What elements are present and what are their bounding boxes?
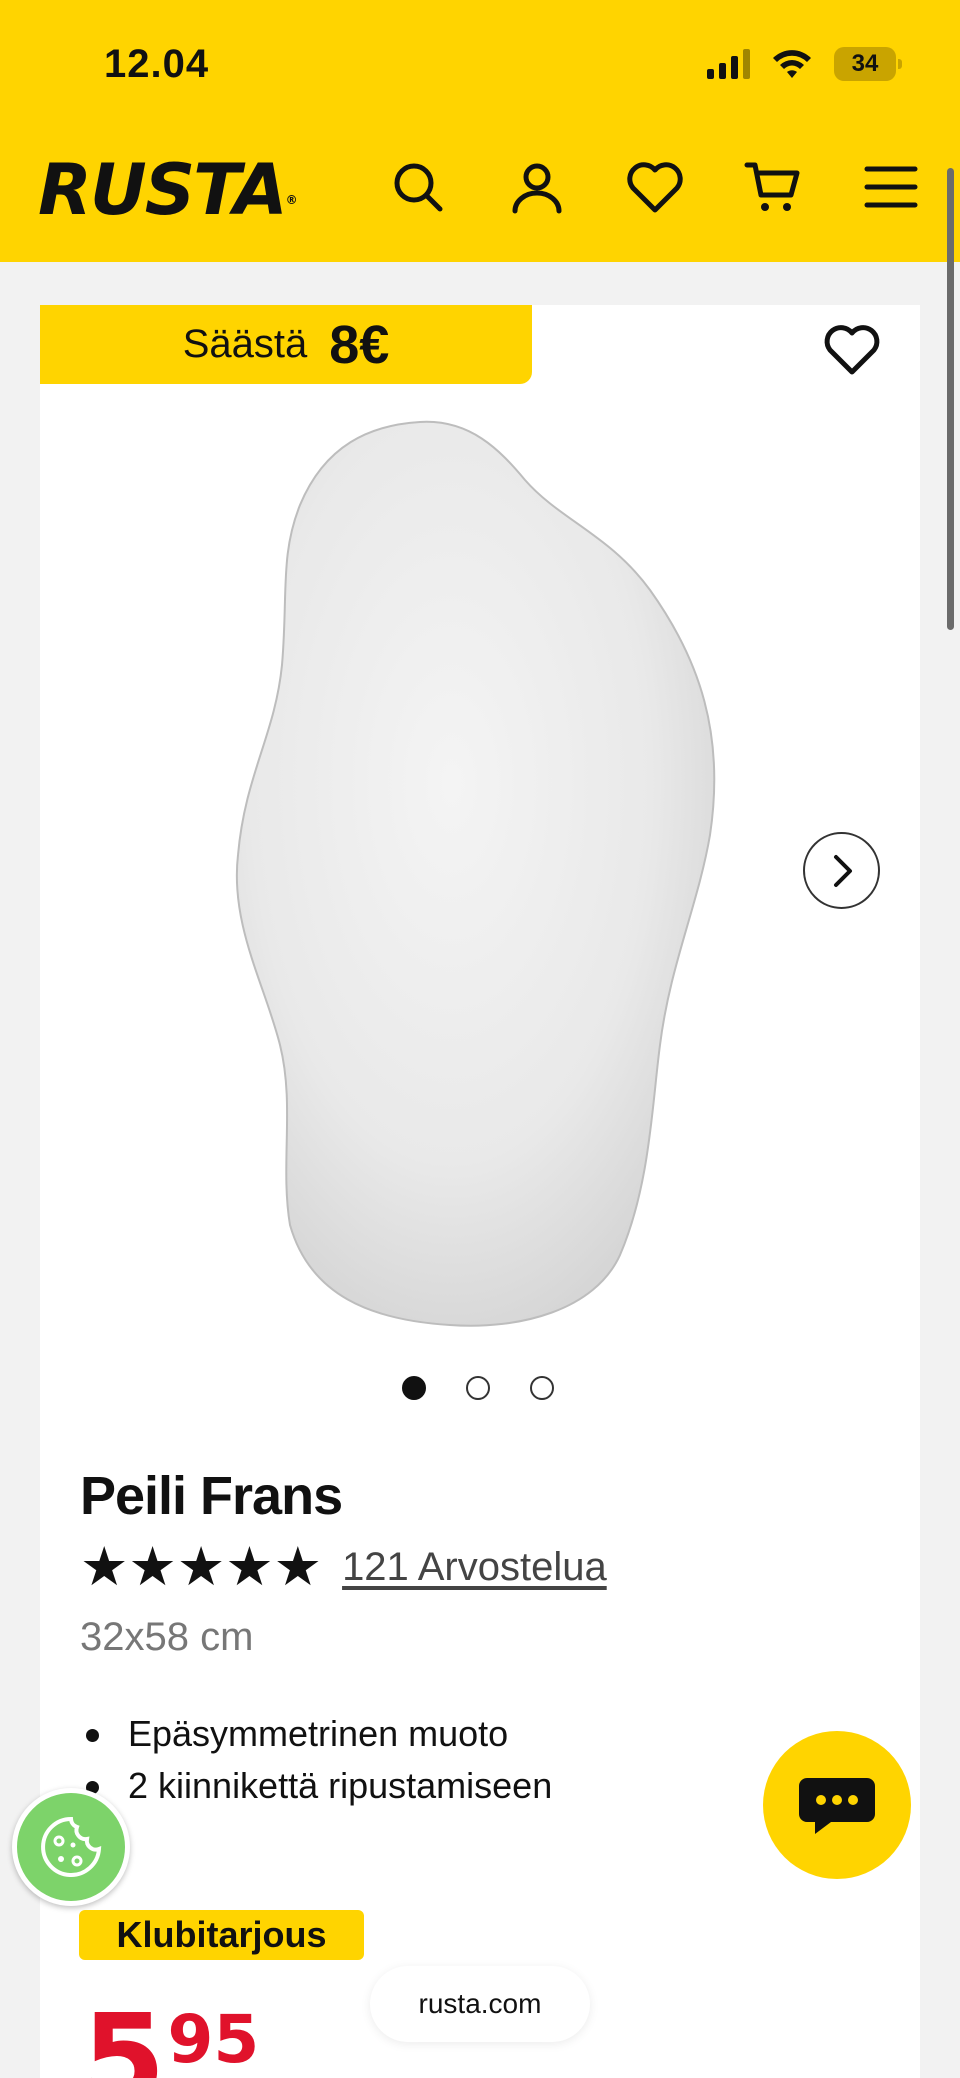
chevron-right-icon	[833, 854, 852, 887]
chat-bubble-icon	[799, 1778, 875, 1834]
search-icon[interactable]	[387, 156, 449, 218]
battery-level: 34	[851, 50, 879, 77]
club-offer-badge: Klubitarjous	[79, 1910, 364, 1960]
wifi-icon	[773, 50, 811, 78]
signal-icon	[707, 49, 750, 79]
account-icon[interactable]	[506, 156, 568, 218]
registered-mark: ®	[285, 193, 298, 207]
header: 12.04 34 RUSTA®	[0, 0, 960, 262]
rating-stars: ★★★★★	[80, 1540, 322, 1594]
status-icons: 34	[707, 44, 902, 84]
reviews-link[interactable]: 121 Arvostelua	[342, 1545, 607, 1590]
battery-icon: 34	[834, 47, 902, 81]
cookie-icon	[41, 1816, 102, 1877]
save-amount: 8€	[329, 314, 390, 375]
status-time: 12.04	[104, 42, 210, 86]
feature-item: Epäsymmetrinen muoto	[80, 1708, 552, 1760]
save-badge: Säästä 8€	[40, 305, 532, 384]
feature-item: 2 kiinnikettä ripustamiseen	[80, 1760, 552, 1812]
star-icon: ★★★★★	[80, 1535, 323, 1598]
product-title: Peili Frans	[80, 1466, 343, 1526]
pagination-dot-1[interactable]	[402, 1376, 426, 1400]
menu-icon[interactable]	[860, 156, 922, 218]
cookie-settings-button[interactable]	[12, 1788, 130, 1906]
product-image-mirror[interactable]	[220, 405, 750, 1335]
pagination-dot-3[interactable]	[530, 1376, 554, 1400]
logo-text: RUSTA	[38, 149, 288, 231]
add-to-wishlist-heart-icon[interactable]	[822, 322, 882, 382]
price-integer: 5	[82, 1990, 165, 2078]
pagination-dot-2[interactable]	[466, 1376, 490, 1400]
save-label: Säästä	[182, 322, 308, 366]
scrollbar[interactable]	[947, 168, 954, 630]
wishlist-icon[interactable]	[624, 156, 686, 218]
browser-url-bar[interactable]: rusta.com	[370, 1966, 590, 2042]
next-image-button[interactable]	[803, 832, 880, 909]
product-price: 5 95	[82, 2000, 259, 2078]
feature-list: Epäsymmetrinen muoto 2 kiinnikettä ripus…	[80, 1708, 552, 1812]
cart-icon[interactable]	[742, 156, 804, 218]
product-size: 32x58 cm	[80, 1615, 254, 1659]
price-decimal: 95	[167, 2001, 260, 2078]
image-pagination	[402, 1376, 554, 1400]
rating-row: ★★★★★ 121 Arvostelua	[80, 1540, 607, 1594]
chat-button[interactable]	[763, 1731, 911, 1879]
rusta-logo[interactable]: RUSTA®	[38, 149, 298, 231]
